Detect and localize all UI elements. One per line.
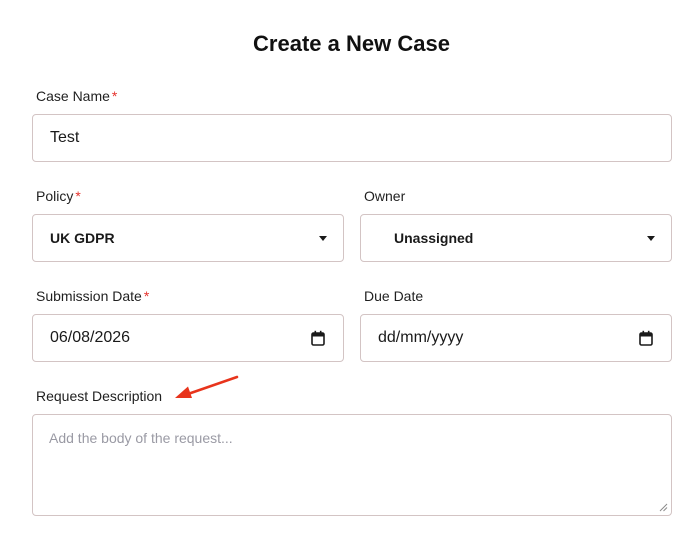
arrow-annotation-icon <box>175 375 239 398</box>
case-name-label: Case Name * <box>36 88 117 104</box>
request-description-label: Request Description <box>36 388 162 404</box>
owner-label-text: Owner <box>364 188 406 204</box>
owner-select[interactable]: Unassigned <box>360 214 672 262</box>
owner-selected-value: Unassigned <box>394 230 474 246</box>
chevron-down-icon <box>647 236 655 241</box>
due-date-value: dd/mm/yyyy <box>378 329 464 346</box>
owner-label: Owner <box>364 188 405 204</box>
case-name-value: Test <box>50 129 80 146</box>
due-date-label: Due Date <box>364 288 423 304</box>
calendar-icon[interactable] <box>639 330 653 346</box>
request-description-placeholder: Add the body of the request... <box>49 430 233 446</box>
submission-date-label: Submission Date * <box>36 288 149 304</box>
required-mark: * <box>143 288 150 304</box>
policy-selected-value: UK GDPR <box>50 230 115 246</box>
request-description-textarea[interactable]: Add the body of the request... <box>32 414 672 516</box>
resize-handle-icon[interactable] <box>658 502 668 512</box>
request-description-label-text: Request Description <box>36 388 163 404</box>
create-case-form: Create a New Case Case Name * Test Policy… <box>0 0 697 542</box>
case-name-input[interactable]: Test <box>32 114 672 162</box>
page-title: Create a New Case <box>253 31 450 56</box>
policy-select[interactable]: UK GDPR <box>32 214 344 262</box>
required-mark: * <box>111 88 118 104</box>
chevron-down-icon <box>319 236 327 241</box>
submission-date-label-text: Submission Date <box>36 288 142 304</box>
policy-label: Policy * <box>36 188 81 204</box>
calendar-icon[interactable] <box>311 330 325 346</box>
required-mark: * <box>75 188 81 204</box>
due-date-input[interactable]: dd/mm/yyyy <box>360 314 672 362</box>
case-name-label-text: Case Name <box>36 88 110 104</box>
due-date-label-text: Due Date <box>364 288 424 304</box>
submission-date-input[interactable]: 06/08/2026 <box>32 314 344 362</box>
submission-date-value: 06/08/2026 <box>50 329 131 346</box>
policy-label-text: Policy <box>36 188 74 204</box>
